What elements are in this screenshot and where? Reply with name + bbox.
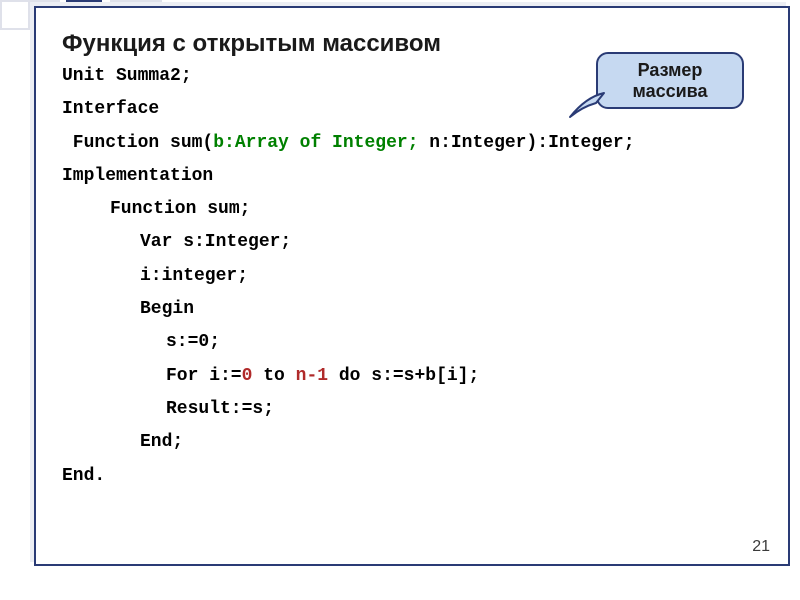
code-line: Begin: [62, 293, 762, 326]
code-highlight: n-1: [296, 366, 328, 386]
code-text: For i:=: [166, 366, 242, 386]
callout: Размер массива: [596, 52, 744, 109]
code-line: Var s:Integer;: [62, 226, 762, 259]
code-line: Result:=s;: [62, 393, 762, 426]
code-line: For i:=0 to n-1 do s:=s+b[i];: [62, 360, 762, 393]
code-line: s:=0;: [62, 326, 762, 359]
code-line: Function sum(b:Array of Integer; n:Integ…: [62, 127, 762, 160]
code-highlight: b:Array of Integer;: [213, 133, 418, 153]
callout-tail-icon: [566, 91, 606, 121]
callout-line1: Размер: [638, 60, 703, 80]
code-text: Function sum(: [62, 133, 213, 153]
callout-line2: массива: [632, 81, 707, 101]
code-line: Function sum;: [62, 193, 762, 226]
code-text: to: [252, 366, 295, 386]
callout-box: Размер массива: [596, 52, 744, 109]
slide-frame: Функция с открытым массивом Unit Summa2;…: [34, 6, 790, 566]
code-block: Unit Summa2; Interface Function sum(b:Ar…: [62, 60, 762, 493]
code-line: End;: [62, 426, 762, 459]
code-highlight: 0: [242, 366, 253, 386]
decor-square: [0, 0, 30, 30]
code-text: do s:=s+b[i];: [328, 366, 479, 386]
page-number: 21: [752, 538, 770, 556]
code-line: i:integer;: [62, 260, 762, 293]
code-line: End.: [62, 460, 762, 493]
code-text: n:Integer):Integer;: [418, 133, 634, 153]
code-line: Implementation: [62, 160, 762, 193]
